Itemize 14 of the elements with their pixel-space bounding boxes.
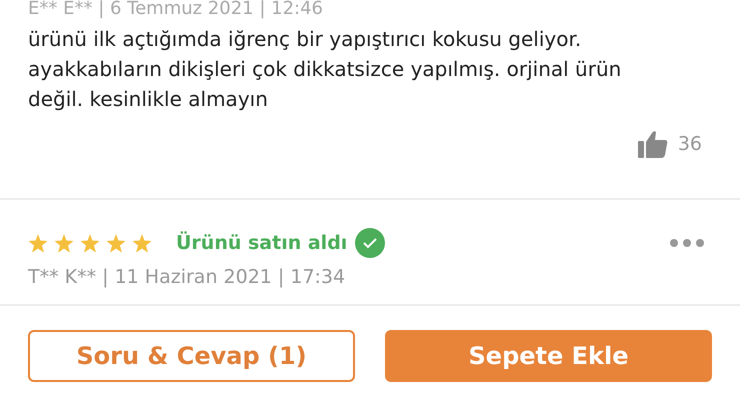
review-text: ürünü ilk açtığımda iğrenç bir yapıştırıcı kokusu geliyor. ayakkabıların dikişleri çok dikkatsizce yapılmış. orjinal ürün değil. kesinlikle almayın <box>28 26 622 113</box>
thumbs-up-icon[interactable] <box>638 130 668 158</box>
star-icon <box>28 234 48 252</box>
purchase-label: Ürünü satın aldı <box>176 232 348 254</box>
like-count: 36 <box>678 133 702 155</box>
questions-button[interactable]: Soru & Cevap (1) <box>28 330 355 382</box>
star-icon <box>54 234 74 252</box>
star-icon <box>132 234 152 252</box>
star-icon <box>80 234 100 252</box>
star-icon <box>106 234 126 252</box>
add-to-cart-button[interactable]: Sepete Ekle <box>385 330 712 382</box>
more-icon[interactable] <box>670 239 704 247</box>
review-meta: E** E** | 6 Temmuz 2021 | 12:46 <box>28 0 324 18</box>
review-meta: T** K** | 11 Haziran 2021 | 17:34 <box>28 266 346 288</box>
